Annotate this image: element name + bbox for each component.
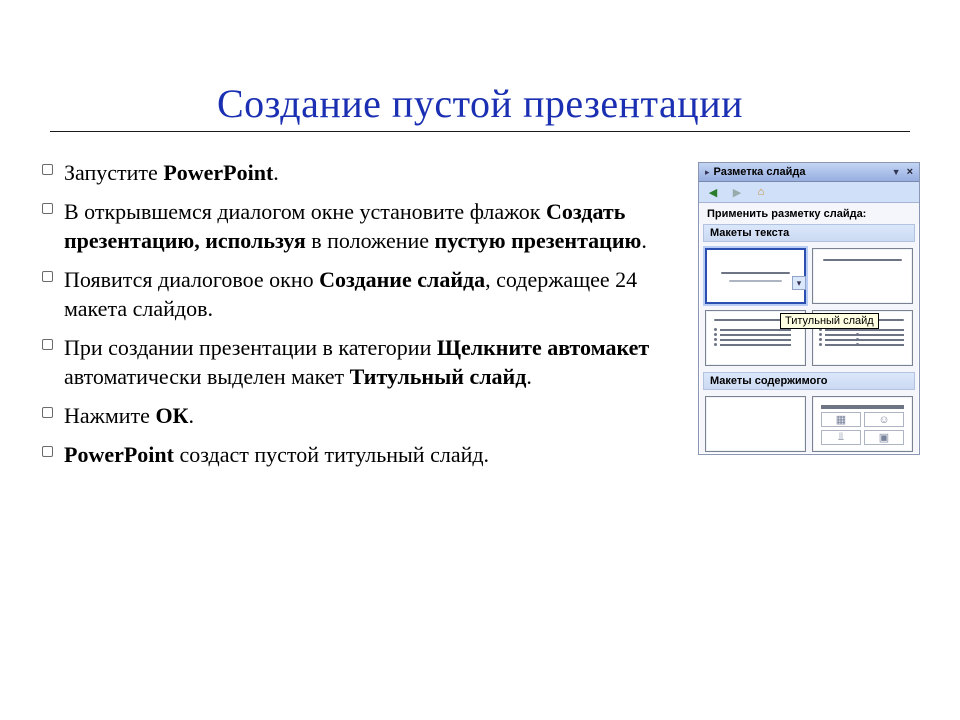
text: . <box>273 160 279 185</box>
pane-section-text-layouts: Макеты текста <box>703 224 915 242</box>
text: . <box>189 403 195 428</box>
slide-title: Создание пустой презентации <box>40 80 920 127</box>
text-bold: ОК <box>155 403 188 428</box>
layout-title-only[interactable] <box>812 248 913 304</box>
text-bold: Щелкните автомакет <box>437 335 649 360</box>
layout-title-bullet[interactable]: Титульный слайд <box>705 310 806 366</box>
person-icon: ☺ <box>864 412 904 427</box>
chart-icon: ⫫ <box>821 430 861 445</box>
text-bold: Титульный слайд <box>350 364 527 389</box>
media-icon: ▣ <box>864 430 904 445</box>
text: . <box>526 364 532 389</box>
text-bold: PowerPoint <box>64 442 174 467</box>
title-underline <box>50 131 910 132</box>
tooltip: Титульный слайд <box>780 313 879 329</box>
layout-title-slide[interactable]: ▾ <box>705 248 806 304</box>
home-icon[interactable]: ⌂ <box>753 184 769 200</box>
content-layout-grid: ▦ ☺ ⫫ ▣ <box>699 390 919 454</box>
text: Нажмите <box>64 403 155 428</box>
layout-content[interactable]: ▦ ☺ ⫫ ▣ <box>812 396 913 452</box>
chevron-down-icon[interactable]: ▾ <box>792 276 806 290</box>
pane-subtitle: Применить разметку слайда: <box>699 203 919 224</box>
text: в положение <box>306 228 435 253</box>
text: При создании презентации в категории <box>64 335 437 360</box>
bullet-item: При создании презентации в категории Щел… <box>64 333 684 391</box>
text-bold: пустую презентацию <box>435 228 642 253</box>
text: автоматически выделен макет <box>64 364 350 389</box>
back-icon[interactable]: ◀ <box>705 184 721 200</box>
chevron-icon: ▸ <box>705 167 710 178</box>
content-row: Запустите PowerPoint. В открывшемся диал… <box>40 158 920 479</box>
text-bold: PowerPoint <box>163 160 273 185</box>
task-pane: ▸ Разметка слайда ▼ × ◀ ▶ ⌂ Применить ра… <box>698 162 920 455</box>
forward-icon[interactable]: ▶ <box>729 184 745 200</box>
pane-title-label: Разметка слайда <box>714 166 892 178</box>
layout-blank[interactable] <box>705 396 806 452</box>
table-icon: ▦ <box>821 412 861 427</box>
pane-toolbar: ◀ ▶ ⌂ <box>699 182 919 203</box>
text: В открывшемся диалогом окне установите ф… <box>64 199 546 224</box>
text: Запустите <box>64 160 163 185</box>
pane-title-bar[interactable]: ▸ Разметка слайда ▼ × <box>699 163 919 182</box>
text: Появится диалоговое окно <box>64 267 319 292</box>
slide: Создание пустой презентации Запустите Po… <box>0 0 960 720</box>
bullet-item: Нажмите ОК. <box>64 401 684 430</box>
bullet-item: Появится диалоговое окно Создание слайда… <box>64 265 684 323</box>
pane-section-content-layouts: Макеты содержимого <box>703 372 915 390</box>
text-bold: Создание слайда <box>319 267 485 292</box>
bullet-item: В открывшемся диалогом окне установите ф… <box>64 197 684 255</box>
bullet-item: PowerPoint создаст пустой титульный слай… <box>64 440 684 469</box>
bullet-list: Запустите PowerPoint. В открывшемся диал… <box>40 158 688 479</box>
text: создаст пустой титульный слайд. <box>174 442 489 467</box>
dropdown-icon[interactable]: ▼ <box>892 167 901 177</box>
bullet-item: Запустите PowerPoint. <box>64 158 684 187</box>
text-layout-grid: ▾ Титульный слайд <box>699 242 919 372</box>
text: . <box>641 228 647 253</box>
close-icon[interactable]: × <box>907 166 913 178</box>
